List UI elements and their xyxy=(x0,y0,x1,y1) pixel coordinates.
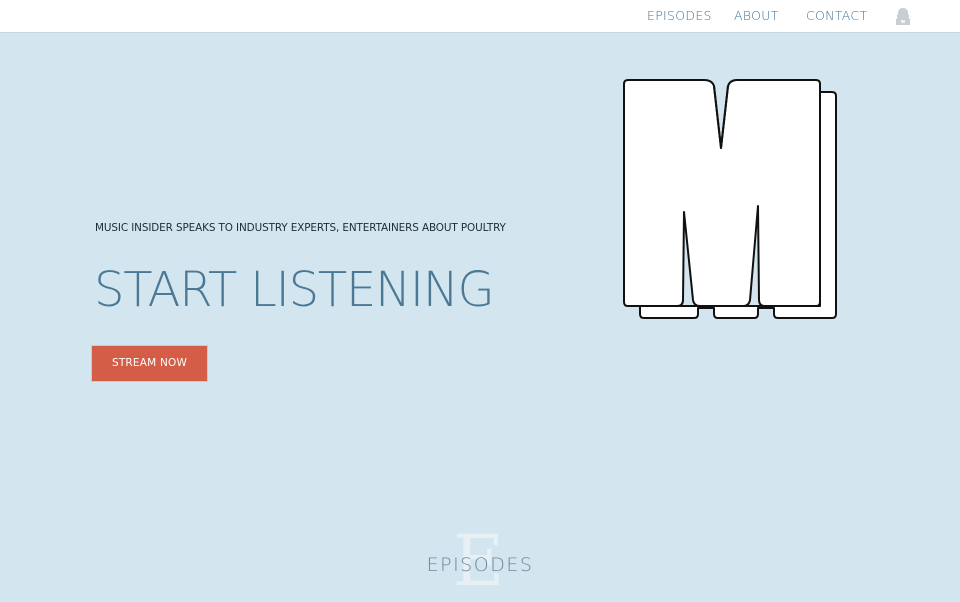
top-navigation-bar: EPISODES ABOUT CONTACT xyxy=(0,0,960,33)
nav-link-about[interactable]: ABOUT xyxy=(734,8,779,23)
nav-link-episodes[interactable]: EPISODES xyxy=(647,8,712,23)
nav-link-contact[interactable]: CONTACT xyxy=(806,8,867,23)
stream-now-button[interactable]: STREAM NOW xyxy=(91,345,208,382)
episodes-title: EPISODES xyxy=(426,554,534,576)
hero-headline: START LISTENING xyxy=(94,262,495,318)
user-icon[interactable] xyxy=(894,7,912,26)
episodes-section-heading: E EPISODES xyxy=(380,526,580,600)
hero-tagline: MUSIC INSIDER SPEAKS TO INDUSTRY EXPERTS… xyxy=(95,222,506,234)
m-logo xyxy=(623,79,837,319)
